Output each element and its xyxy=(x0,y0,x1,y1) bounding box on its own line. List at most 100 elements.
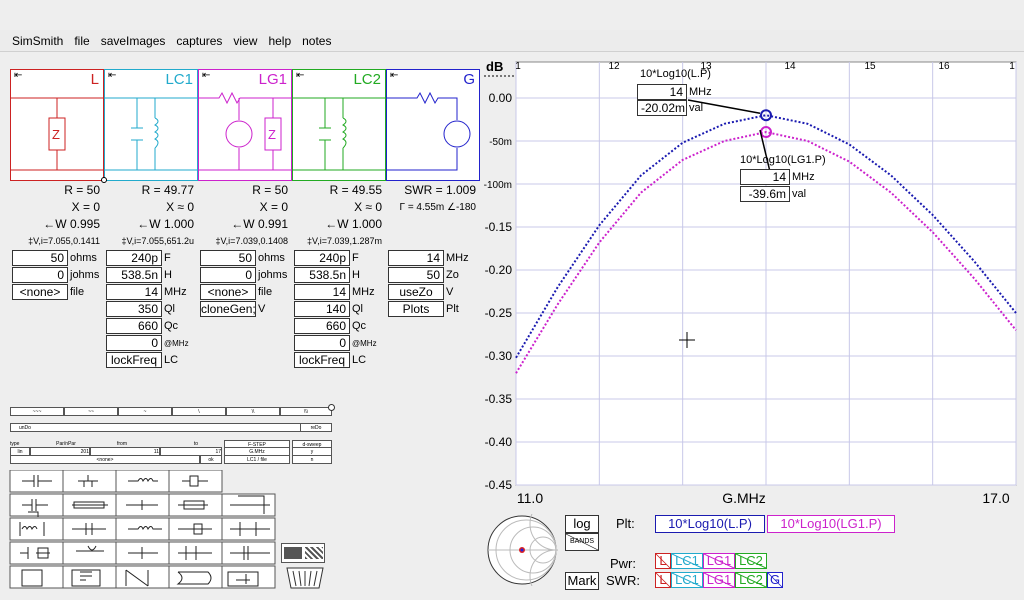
field-value[interactable]: Plots xyxy=(388,301,444,317)
tool-button[interactable]: ~~~ xyxy=(10,407,64,416)
smith-chart-thumbnail[interactable] xyxy=(486,514,558,586)
pwr-toggle-lc2[interactable]: LC2 xyxy=(735,553,767,569)
menu-file[interactable]: file xyxy=(74,34,89,48)
field-value[interactable]: 0 xyxy=(294,335,350,351)
field-value[interactable]: 0 xyxy=(106,335,162,351)
menu-notes[interactable]: notes xyxy=(302,34,331,48)
field-value[interactable]: <none> xyxy=(12,284,68,300)
redo-button[interactable]: reDo xyxy=(300,423,332,432)
field-value[interactable]: 140 xyxy=(294,301,350,317)
menu-captures[interactable]: captures xyxy=(176,34,222,48)
field-l-ohms[interactable]: 50 ohms xyxy=(12,250,97,266)
marker-mhz-field[interactable]: 14 MHz xyxy=(637,84,712,100)
tool-button[interactable]: \ xyxy=(172,407,226,416)
fstep-note[interactable]: LC1 / file xyxy=(224,455,290,464)
menu-view[interactable]: view xyxy=(233,34,257,48)
tool-button[interactable]: ~ xyxy=(118,407,172,416)
swr-toggle-g[interactable]: G xyxy=(767,572,783,588)
mark-button[interactable]: Mark xyxy=(565,572,599,590)
field-value[interactable]: useZo xyxy=(388,284,444,300)
field-value[interactable]: 240p xyxy=(106,250,162,266)
field-value[interactable]: 660 xyxy=(106,318,162,334)
field-value[interactable]: 350 xyxy=(106,301,162,317)
field-lg1-ohms[interactable]: 50 ohms xyxy=(200,250,285,266)
field-lc2-lc[interactable]: lockFreq LC xyxy=(294,352,366,368)
field-g-zo[interactable]: 50 Zo xyxy=(388,267,459,283)
field-lc2-ql[interactable]: 140 Ql xyxy=(294,301,363,317)
swr-toggle-l[interactable]: L xyxy=(655,572,671,588)
log-button[interactable]: log xyxy=(565,515,599,533)
field-value[interactable]: lockFreq xyxy=(294,352,350,368)
marker-val-value[interactable]: -39.6m xyxy=(740,186,790,202)
block-g[interactable]: ⇤ G xyxy=(386,69,480,181)
block-lc2[interactable]: ⇤ LC2 xyxy=(292,69,387,181)
component-palette[interactable] xyxy=(8,470,330,590)
field-lc2-mhz[interactable]: 14 MHz xyxy=(294,284,375,300)
pwr-toggle-l[interactable]: L xyxy=(655,553,671,569)
field-value[interactable]: 0 xyxy=(200,267,256,283)
field-lg1-v[interactable]: cloneGen; V xyxy=(200,301,265,317)
field-value[interactable]: 14 xyxy=(294,284,350,300)
swr-toggle-lg1[interactable]: LG1 xyxy=(703,572,735,588)
trash-icon[interactable] xyxy=(283,566,327,590)
plot-series-lg1p[interactable]: 10*Log10(LG1.P) xyxy=(767,515,895,533)
dsweep-no[interactable]: n xyxy=(292,455,332,464)
block-l[interactable]: ⇤ L Z xyxy=(10,69,105,181)
swr-toggle-lc2[interactable]: LC2 xyxy=(735,572,767,588)
plot-series-lp[interactable]: 10*Log10(L.P) xyxy=(655,515,765,533)
field-value[interactable]: 538.5n xyxy=(294,267,350,283)
pwr-toggle-lg1[interactable]: LG1 xyxy=(703,553,735,569)
pwr-toggle-lc1[interactable]: LC1 xyxy=(671,553,703,569)
field-lc1-mhz[interactable]: 0 @MHz xyxy=(106,335,189,351)
menu-saveimages[interactable]: saveImages xyxy=(101,34,166,48)
sweep-file-value[interactable]: <none> xyxy=(10,455,200,464)
field-lc1-lc[interactable]: lockFreq LC xyxy=(106,352,178,368)
field-lc1-qc[interactable]: 660 Qc xyxy=(106,318,178,334)
field-value[interactable]: 0 xyxy=(12,267,68,283)
field-g-mhz[interactable]: 14 MHz xyxy=(388,250,469,266)
field-value[interactable]: cloneGen; xyxy=(200,301,256,317)
field-value[interactable]: 240p xyxy=(294,250,350,266)
field-g-v[interactable]: useZo V xyxy=(388,284,453,300)
field-lc2-mhz[interactable]: 0 @MHz xyxy=(294,335,377,351)
field-l-johms[interactable]: 0 johms xyxy=(12,267,99,283)
marker-val-field[interactable]: -39.6m val xyxy=(740,186,806,202)
field-value[interactable]: lockFreq xyxy=(106,352,162,368)
marker-mhz-value[interactable]: 14 xyxy=(637,84,687,100)
field-value[interactable]: 50 xyxy=(388,267,444,283)
field-value[interactable]: 50 xyxy=(12,250,68,266)
field-value[interactable]: 660 xyxy=(294,318,350,334)
field-lc1-ql[interactable]: 350 Ql xyxy=(106,301,175,317)
block-lc1[interactable]: ⇤ LC1 xyxy=(104,69,199,181)
marker-val-field[interactable]: -20.02m val xyxy=(637,100,703,116)
field-lc1-f[interactable]: 240p F xyxy=(106,250,171,266)
field-value[interactable]: 14 xyxy=(388,250,444,266)
field-value[interactable]: 538.5n xyxy=(106,267,162,283)
field-lc1-mhz[interactable]: 14 MHz xyxy=(106,284,187,300)
marker-mhz-value[interactable]: 14 xyxy=(740,169,790,185)
sweep-ok-button[interactable]: ok xyxy=(200,455,222,464)
field-lc2-qc[interactable]: 660 Qc xyxy=(294,318,366,334)
menu-simsmith[interactable]: SimSmith xyxy=(12,34,63,48)
field-lc2-h[interactable]: 538.5n H xyxy=(294,267,360,283)
bands-button[interactable]: BANDS xyxy=(565,533,599,551)
field-lc2-f[interactable]: 240p F xyxy=(294,250,359,266)
marker-mhz-field[interactable]: 14 MHz xyxy=(740,169,815,185)
undo-button[interactable]: unDo xyxy=(10,423,332,432)
block-lg1[interactable]: ⇤ LG1 Z xyxy=(198,69,293,181)
tool-button[interactable]: \\\ xyxy=(280,407,332,416)
palette-extra[interactable] xyxy=(281,543,325,563)
field-lc1-h[interactable]: 538.5n H xyxy=(106,267,172,283)
swr-toggle-lc1[interactable]: LC1 xyxy=(671,572,703,588)
menu-help[interactable]: help xyxy=(268,34,291,48)
marker-val-value[interactable]: -20.02m xyxy=(637,100,687,116)
field-lg1-file[interactable]: <none> file xyxy=(200,284,272,300)
tool-button[interactable]: \\ xyxy=(226,407,280,416)
field-lg1-johms[interactable]: 0 johms xyxy=(200,267,287,283)
strip-handle[interactable] xyxy=(328,404,335,411)
field-value[interactable]: <none> xyxy=(200,284,256,300)
field-l-file[interactable]: <none> file xyxy=(12,284,84,300)
tool-button[interactable]: ~~ xyxy=(64,407,118,416)
field-g-plt[interactable]: Plots Plt xyxy=(388,301,459,317)
field-value[interactable]: 50 xyxy=(200,250,256,266)
